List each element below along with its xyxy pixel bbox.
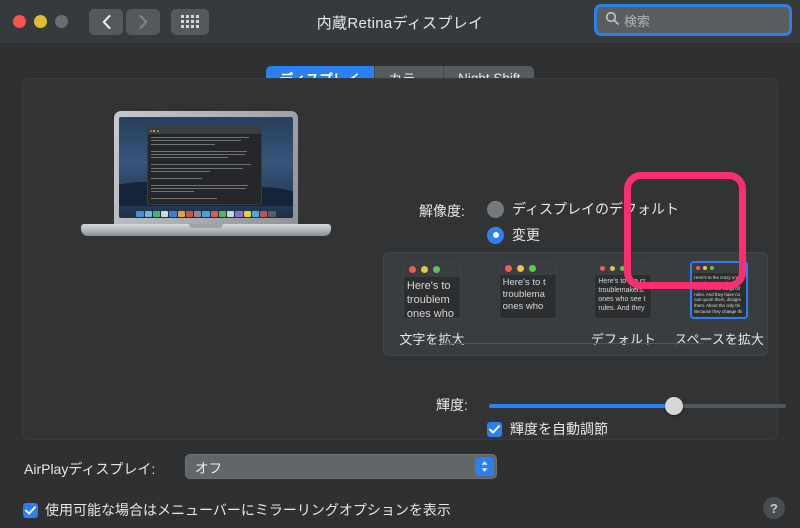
grid-icon — [181, 15, 199, 28]
search-field[interactable]: 検索 — [594, 4, 792, 36]
navigation-buttons — [89, 8, 160, 35]
window-controls — [13, 15, 68, 28]
search-placeholder: 検索 — [624, 13, 651, 29]
help-button[interactable]: ? — [763, 497, 785, 519]
mirroring-option-label: 使用可能な場合はメニューバーにミラーリングオプションを表示 — [45, 502, 451, 518]
forward-button — [126, 8, 160, 35]
thumb-line: Here's to t — [502, 277, 546, 288]
radio-button-default[interactable] — [487, 200, 504, 218]
slider-fill — [489, 404, 674, 408]
resolution-option-default[interactable]: ディスプレイのデフォルト — [487, 199, 679, 219]
thumb-line: ones who — [406, 308, 454, 319]
scaling-label-more-space: スペースを拡大 — [674, 332, 764, 347]
close-button[interactable] — [13, 15, 26, 28]
back-button[interactable] — [89, 8, 123, 35]
thumb-line: Here's to the crazy ones — [694, 275, 742, 280]
thumb-line: Because they change thi — [694, 308, 743, 314]
thumb-line: rules. And they — [598, 305, 645, 312]
thumb-line: troublemakers. — [598, 287, 645, 294]
scaling-option-default[interactable]: Here's to the cr troublemakers. ones who… — [576, 253, 672, 355]
airplay-display-label: AirPlayディスプレイ: — [24, 461, 156, 477]
mirroring-option-checkbox[interactable] — [23, 502, 38, 518]
scaling-divider — [441, 343, 703, 344]
stepper-arrows-icon[interactable] — [475, 457, 494, 476]
resolution-option-default-label: ディスプレイのデフォルト — [512, 201, 680, 217]
brightness-label: 輝度: — [436, 397, 468, 413]
radio-button-scaled[interactable] — [487, 226, 504, 244]
thumb-line: troublema — [502, 289, 545, 300]
scaling-thumbnail-largest-text[interactable]: Here's to troublem ones who — [402, 261, 461, 319]
search-icon — [605, 11, 619, 30]
airplay-display-select[interactable]: オフ — [185, 454, 497, 479]
scaling-label-larger-text: 文字を拡大 — [399, 332, 465, 347]
scaling-label-default: デフォルト — [590, 332, 656, 347]
scaling-thumbnail-more-space[interactable]: Here's to the crazy ones troublemakers. … — [690, 261, 749, 319]
macbook-illustration — [81, 111, 331, 261]
thumb-line: troublem — [406, 294, 450, 306]
minimize-button[interactable] — [34, 15, 47, 28]
thumb-line: ones who — [502, 301, 544, 312]
airplay-display-value: オフ — [195, 460, 222, 476]
thumb-line: ones who see t — [598, 296, 646, 303]
scaling-option-largest-text[interactable]: Here's to troublem ones who 文字を拡大 — [384, 253, 480, 355]
scaling-option-larger-text[interactable]: Here's to t troublema ones who - — [480, 253, 576, 355]
scaling-options-group: Here's to troublem ones who 文字を拡大 Here's… — [383, 252, 768, 356]
display-settings-panel: 解像度: ディスプレイのデフォルト 変更 Here's to troublem … — [22, 78, 786, 440]
scaling-thumbnail-default[interactable]: Here's to the cr troublemakers. ones who… — [594, 261, 653, 319]
resolution-label: 解像度: — [419, 203, 465, 219]
scaling-option-more-space[interactable]: Here's to the crazy ones troublemakers. … — [671, 253, 767, 355]
zoom-button — [55, 15, 68, 28]
brightness-slider[interactable] — [489, 397, 786, 415]
checkmark-icon — [489, 424, 500, 434]
mirroring-option-row[interactable]: 使用可能な場合はメニューバーにミラーリングオプションを表示 — [23, 500, 451, 520]
resolution-option-scaled-label: 変更 — [512, 227, 540, 243]
chevron-left-icon — [102, 14, 110, 29]
thumb-line: ones who see things dif — [694, 286, 741, 292]
thumb-line: them. About the only thi — [694, 302, 741, 308]
slider-knob[interactable] — [664, 397, 683, 415]
thumb-line: Here's to the cr — [598, 278, 646, 285]
titlebar: 内蔵Retinaディスプレイ 検索 — [0, 0, 800, 44]
scaling-thumbnail-larger-text[interactable]: Here's to t troublema ones who — [498, 261, 557, 319]
chevron-right-icon — [139, 14, 147, 29]
checkmark-icon — [25, 505, 36, 515]
show-all-button[interactable] — [171, 8, 209, 35]
display-preferences-window: 内蔵Retinaディスプレイ 検索 ディスプレイ カラー Night Shift — [0, 0, 800, 528]
auto-brightness-checkbox[interactable] — [487, 421, 502, 437]
resolution-option-scaled[interactable]: 変更 — [487, 225, 540, 245]
auto-brightness-label: 輝度を自動調節 — [510, 421, 608, 437]
thumb-line: Here's to — [406, 280, 451, 292]
auto-brightness-row[interactable]: 輝度を自動調節 — [487, 419, 608, 439]
